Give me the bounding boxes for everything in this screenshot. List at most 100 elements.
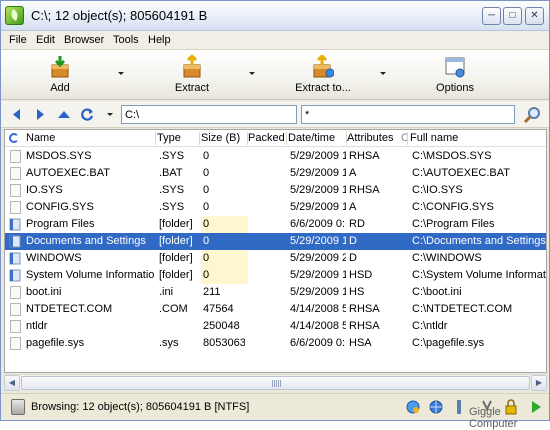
maximize-button[interactable]: □ (503, 7, 522, 25)
file-list[interactable]: Name Type Size (B) Packed Date/time Attr… (4, 129, 547, 373)
forward-arrow-icon[interactable] (34, 108, 46, 121)
scroll-grip (272, 380, 281, 387)
extract-to-icon (313, 55, 334, 78)
table-row[interactable]: boot.ini .ini 211 5/29/2009 1 HS C:\boot.ini (5, 284, 546, 301)
history-dropdown-arrow[interactable] (107, 113, 113, 116)
cell-type: [folder] (159, 252, 193, 264)
column-divider[interactable] (199, 132, 200, 145)
file-icon (10, 150, 21, 163)
status-bar: Browsing: 12 object(s); 805604191 B [NTF… (1, 393, 549, 430)
table-row[interactable]: ntldr 250048 4/14/2008 5 RHSA C:\ntldr (5, 318, 546, 335)
web-globe-icon[interactable] (405, 399, 421, 415)
cell-datetime: 4/14/2008 5 (290, 320, 346, 332)
file-icon (10, 201, 21, 214)
menu-help[interactable]: Help (148, 34, 171, 46)
column-divider[interactable] (155, 132, 156, 145)
table-row[interactable]: IO.SYS .SYS 0 5/29/2009 1 RHSA C:\IO.SYS (5, 182, 546, 199)
table-row[interactable]: CONFIG.SYS .SYS 0 5/29/2009 1 A C:\CONFIG.SYS (5, 199, 546, 216)
refresh-icon[interactable] (81, 108, 94, 121)
cell-size: 0 (203, 184, 210, 196)
extract-to-dropdown-arrow[interactable] (380, 72, 386, 75)
cell-fullname: C:\Program Files (412, 218, 495, 230)
cell-fullname: C:\ntldr (412, 320, 448, 332)
extract-button[interactable]: Extract (167, 54, 217, 96)
network-globe-icon[interactable] (428, 399, 444, 415)
cell-attributes: RHSA (349, 150, 380, 162)
title-bar[interactable]: C:\; 12 object(s); 805604191 B ─ □ ✕ (1, 1, 549, 31)
extract-dropdown-arrow[interactable] (249, 72, 255, 75)
add-dropdown-arrow[interactable] (118, 72, 124, 75)
cell-name: Documents and Settings (26, 235, 146, 247)
address-bar (1, 101, 549, 128)
header-refresh-icon[interactable] (9, 133, 19, 143)
menu-tools[interactable]: Tools (113, 34, 139, 46)
status-text: Browsing: 12 object(s); 805604191 B [NTF… (31, 401, 250, 413)
add-button[interactable]: Add (39, 54, 81, 96)
column-header-row: Name Type Size (B) Packed Date/time Attr… (5, 130, 546, 147)
column-size[interactable]: Size (B) (201, 132, 247, 144)
up-arrow-icon[interactable] (57, 108, 71, 120)
cell-size: 0 (203, 150, 210, 162)
folder-icon (9, 235, 21, 248)
folder-icon (9, 252, 21, 265)
toolbar: Add Extract Extract to... Options (1, 50, 549, 100)
cell-size: 0 (203, 269, 210, 281)
filter-input[interactable] (301, 105, 515, 124)
cell-type: .BAT (159, 167, 183, 179)
extract-to-button[interactable]: Extract to... (291, 54, 355, 96)
menu-file[interactable]: File (9, 34, 27, 46)
scroll-left-button[interactable]: ◀ (4, 375, 20, 391)
path-input[interactable] (121, 105, 297, 124)
app-leaf-icon (5, 6, 24, 25)
cell-attributes: HSD (349, 269, 373, 281)
cell-name: boot.ini (26, 286, 62, 298)
cell-fullname: C:\CONFIG.SYS (412, 201, 494, 213)
column-attributes[interactable]: Attributes (347, 132, 399, 144)
horizontal-scrollbar[interactable]: ◀ ▶ (4, 374, 547, 391)
scroll-thumb[interactable] (21, 376, 530, 390)
column-divider[interactable] (407, 132, 408, 145)
table-row[interactable]: pagefile.sys .sys 80530636 6/6/2009 0:HSA C:… (5, 335, 546, 352)
table-row[interactable]: Program Files [folder] 0 6/6/2009 0: RD C:\Pr… (5, 216, 546, 233)
file-rows: MSDOS.SYS .SYS 0 5/29/2009 1 RHSA C:\MSDOS.SY… (5, 148, 546, 352)
column-fullname[interactable]: Full name (410, 132, 545, 144)
cell-datetime: 5/29/2009 1 (290, 235, 346, 247)
cell-datetime: 6/6/2009 0: (290, 218, 346, 230)
table-row[interactable]: System Volume Information [folder] 0 5/29/2… (5, 267, 546, 284)
file-icon (10, 320, 21, 333)
menu-edit[interactable]: Edit (36, 34, 55, 46)
file-icon (10, 303, 21, 316)
cell-fullname: C:\System Volume Information (412, 269, 546, 281)
cell-datetime: 5/29/2009 1 (290, 201, 346, 213)
table-row[interactable]: WINDOWS [folder] 0 5/29/2009 2 D C:\WINDOWS (5, 250, 546, 267)
column-type[interactable]: Type (157, 132, 199, 144)
search-icon[interactable] (523, 105, 543, 125)
menu-browser[interactable]: Browser (64, 34, 104, 46)
table-row[interactable]: Documents and Settings [folder] 0 5/29/2009… (5, 233, 546, 250)
cell-size: 0 (203, 167, 210, 179)
cell-fullname: C:\boot.ini (412, 286, 462, 298)
cell-attributes: D (349, 235, 357, 247)
scroll-right-button[interactable]: ▶ (531, 375, 547, 391)
cell-attributes: RHSA (349, 184, 380, 196)
cell-name: WINDOWS (26, 252, 82, 264)
column-name[interactable]: Name (26, 132, 156, 144)
app-window: C:\; 12 object(s); 805604191 B ─ □ ✕ Fil… (0, 0, 550, 430)
info-icon[interactable] (451, 399, 467, 415)
column-divider[interactable] (286, 132, 287, 145)
column-packed[interactable]: Packed (248, 132, 286, 144)
file-icon (10, 167, 21, 180)
table-row[interactable]: AUTOEXEC.BAT .BAT 0 5/29/2009 1 A C:\AUTOEXEC… (5, 165, 546, 182)
close-button[interactable]: ✕ (525, 7, 544, 25)
cell-fullname: C:\IO.SYS (412, 184, 463, 196)
cell-size: 250048 (203, 320, 240, 332)
table-row[interactable]: MSDOS.SYS .SYS 0 5/29/2009 1 RHSA C:\MSDOS.SY… (5, 148, 546, 165)
back-arrow-icon[interactable] (11, 108, 23, 121)
options-button[interactable]: Options (433, 54, 477, 96)
cell-size: 0 (203, 235, 210, 247)
minimize-button[interactable]: ─ (482, 7, 501, 25)
cell-type: [folder] (159, 218, 193, 230)
cell-attributes: HSA (349, 337, 372, 349)
table-row[interactable]: NTDETECT.COM .COM 47564 4/14/2008 5 RHSA C:\N… (5, 301, 546, 318)
column-datetime[interactable]: Date/time (288, 132, 346, 144)
